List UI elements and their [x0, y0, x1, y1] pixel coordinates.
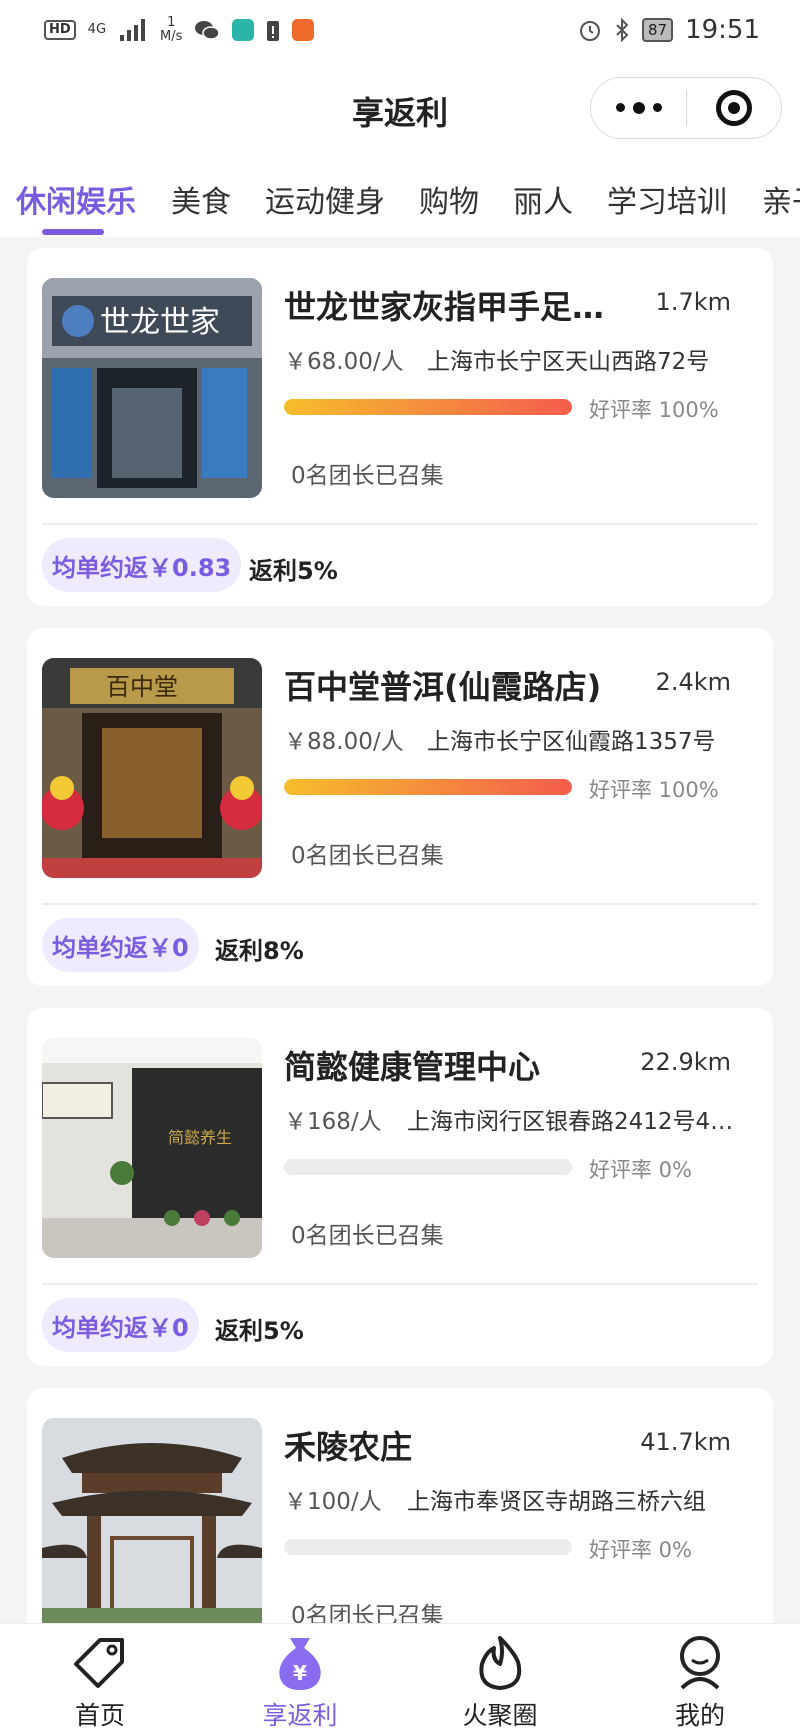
nav-home-label: 首页	[74, 1701, 125, 1730]
leaders-count: 0名团长已召集	[291, 463, 444, 489]
shop-distance: 2.4km	[655, 668, 731, 696]
nav-profile[interactable]: 我的	[640, 1632, 760, 1732]
shop-price: ￥100/人	[284, 1489, 382, 1515]
rebate-badge: 均单约返￥0	[42, 918, 199, 972]
rebate-percent: 返利8%	[215, 937, 304, 965]
rating-bar	[284, 1539, 572, 1555]
rating-label: 好评率 0%	[589, 1538, 692, 1562]
active-tab-indicator	[42, 229, 104, 235]
shop-price: ￥88.00/人	[284, 729, 404, 755]
shop-address: 上海市奉贤区寺胡路三桥六组	[407, 1489, 706, 1515]
mini-program-capsule	[590, 77, 782, 139]
close-button[interactable]	[687, 90, 781, 126]
header: 享返利	[0, 60, 800, 155]
more-button[interactable]	[591, 101, 686, 114]
shop-price: ￥68.00/人	[284, 349, 404, 375]
net-speed-unit: M/s	[160, 29, 183, 44]
tab-shopping[interactable]: 购物	[419, 177, 479, 221]
hd-badge: HD	[44, 20, 76, 40]
shop-distance: 22.9km	[640, 1048, 731, 1076]
shop-name: 世龙世家灰指甲手足…	[284, 288, 605, 326]
status-bar: HD 4G 1 M/s 87 19:51	[0, 0, 800, 60]
bluetooth-icon	[616, 18, 629, 42]
svg-text:¥: ¥	[293, 1661, 307, 1685]
flame-icon	[479, 1636, 522, 1690]
shop-photo: 简懿养生	[42, 1038, 262, 1258]
shop-photo: 世龙世家	[42, 278, 262, 498]
rating-bar-fill	[284, 779, 572, 795]
tab-education[interactable]: 学习培训	[607, 177, 727, 221]
category-tabs: 休闲娱乐 美食 运动健身 购物 丽人 学习培训 亲子	[0, 155, 800, 237]
nav-home[interactable]: 首页	[40, 1632, 160, 1732]
orange-app-icon	[292, 19, 315, 41]
tab-beauty[interactable]: 丽人	[513, 177, 573, 221]
shop-sign-text: 百中堂	[106, 673, 178, 701]
rebate-percent: 返利5%	[215, 1317, 304, 1345]
more-dot-icon	[615, 102, 625, 112]
shop-address: 上海市长宁区天山西路72号	[427, 349, 710, 375]
nav-rebate[interactable]: ¥ 享返利	[240, 1632, 360, 1732]
alarm-icon	[579, 21, 600, 41]
rating-label: 好评率 100%	[589, 398, 719, 422]
shop-card[interactable]: 世龙世家 世龙世家灰指甲手足… 1.7km ￥68.00/人 上海市长宁区天山西…	[27, 248, 773, 606]
wechat-icon	[195, 21, 221, 40]
rating-bar	[284, 1159, 572, 1175]
rebate-percent: 返利5%	[249, 557, 338, 585]
rating-label: 好评率 100%	[589, 778, 719, 802]
card-divider	[42, 903, 758, 905]
nav-rebate-label: 享返利	[262, 1701, 338, 1730]
shop-sign-text: 简懿养生	[168, 1128, 232, 1147]
shop-name: 百中堂普洱(仙霞路店)	[284, 668, 602, 706]
shop-card[interactable]: 百中堂 百中堂普洱(仙霞路店) 2.4km ￥88.00/人 上海市长宁区仙霞路…	[27, 628, 773, 986]
shop-price: ￥168/人	[284, 1109, 382, 1135]
card-divider	[42, 1283, 758, 1285]
rating-label: 好评率 0%	[589, 1158, 692, 1182]
leaders-count: 0名团长已召集	[291, 843, 444, 869]
shop-photo: 百中堂	[42, 658, 262, 878]
user-icon	[680, 1636, 720, 1690]
target-circle-icon	[716, 90, 752, 126]
nav-circle[interactable]: 火聚圈	[440, 1632, 560, 1732]
rebate-badge: 均单约返￥0	[42, 1298, 199, 1352]
leaders-count: 0名团长已召集	[291, 1223, 444, 1249]
nav-circle-label: 火聚圈	[462, 1701, 538, 1730]
nav-profile-label: 我的	[674, 1701, 725, 1730]
tab-parenting[interactable]: 亲子	[762, 177, 800, 221]
signal-icon	[120, 19, 146, 41]
boss-app-icon	[232, 19, 255, 41]
tag-icon	[74, 1638, 124, 1688]
battery-alert-icon	[267, 21, 280, 41]
rating-bar	[284, 399, 572, 415]
tab-food[interactable]: 美食	[171, 177, 231, 221]
shop-address: 上海市长宁区仙霞路1357号	[427, 729, 716, 755]
shop-name: 简懿健康管理中心	[284, 1048, 541, 1086]
rebate-badge: 均单约返￥0.83	[42, 538, 242, 592]
shop-distance: 1.7km	[655, 288, 731, 316]
battery-indicator: 87	[641, 18, 674, 42]
tab-fitness[interactable]: 运动健身	[265, 177, 385, 221]
shop-address: 上海市闵行区银春路2412号4…	[407, 1109, 734, 1135]
network-label: 4G	[87, 22, 107, 37]
net-speed-value: 1	[167, 15, 176, 30]
shop-photo	[42, 1418, 262, 1638]
card-divider	[42, 523, 758, 525]
clock: 19:51	[685, 15, 760, 45]
shop-sign-text: 世龙世家	[100, 305, 220, 340]
shop-name: 禾陵农庄	[284, 1428, 413, 1466]
money-bag-icon: ¥	[279, 1638, 321, 1690]
net-speed: 1 M/s	[160, 16, 182, 44]
bottom-nav: 首页 ¥ 享返利 火聚圈 我的	[0, 1623, 800, 1733]
more-dot-icon	[632, 101, 645, 114]
tab-leisure[interactable]: 休闲娱乐	[16, 177, 136, 221]
rating-bar-fill	[284, 399, 572, 415]
rating-bar	[284, 779, 572, 795]
shop-card[interactable]: 简懿养生 简懿健康管理中心 22.9km ￥168/人 上海市闵行区银春路241…	[27, 1008, 773, 1366]
more-dot-icon	[652, 102, 662, 112]
shop-distance: 41.7km	[640, 1428, 731, 1456]
